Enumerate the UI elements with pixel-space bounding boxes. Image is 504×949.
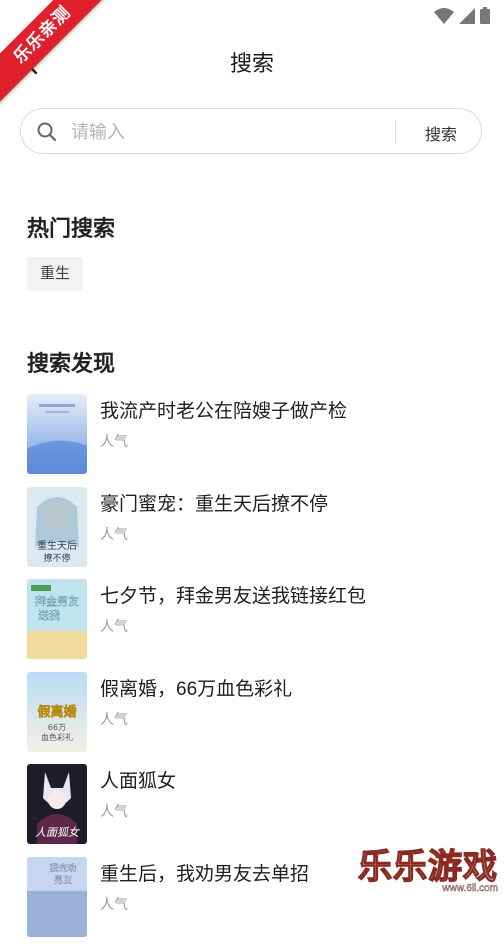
svg-text:人面狐女: 人面狐女 (35, 826, 81, 839)
book-title: 人面狐女 (100, 766, 176, 793)
svg-text:撩不停: 撩不停 (43, 552, 70, 564)
wifi-icon (434, 8, 454, 24)
book-title: 七夕节，拜金男友送我链接红包 (100, 581, 366, 608)
book-cover (27, 394, 87, 474)
watermark: 乐乐游戏 www.6ll.com (358, 849, 498, 894)
book-item[interactable]: 重生天后撩不停 豪门蜜宠：重生天后撩不停 人气 (27, 487, 487, 580)
search-bar: 搜索 (20, 108, 482, 154)
svg-text:重生天后: 重生天后 (37, 539, 77, 552)
svg-text:66万: 66万 (48, 723, 66, 732)
book-tag: 人气 (100, 894, 128, 914)
battery-icon (480, 7, 490, 24)
svg-text:我去劝: 我去劝 (49, 862, 76, 874)
book-title: 我流产时老公在陪嫂子做产检 (100, 396, 347, 423)
book-title: 重生后，我劝男友去单招 (100, 859, 309, 886)
svg-text:男友: 男友 (54, 874, 72, 886)
book-tag: 人气 (100, 616, 128, 636)
discover-title: 搜索发现 (27, 346, 115, 378)
search-divider (395, 121, 396, 143)
svg-text:假离婚: 假离婚 (37, 704, 76, 720)
book-cover: 拜金男友送我 (27, 579, 87, 659)
book-cover: 人面狐女 (27, 764, 87, 844)
search-button[interactable]: 搜索 (411, 121, 471, 145)
book-tag: 人气 (100, 709, 128, 729)
search-icon (36, 121, 58, 143)
book-item[interactable]: 人面狐女 人面狐女 人气 (27, 764, 487, 857)
book-item[interactable]: 假离婚 66万血色彩礼 假离婚，66万血色彩礼 人气 (27, 672, 487, 765)
svg-text:送我: 送我 (38, 608, 60, 622)
book-cover: 重生天后撩不停 (27, 487, 87, 567)
svg-text:血色彩礼: 血色彩礼 (41, 732, 73, 742)
watermark-text: 乐乐游戏 (358, 849, 498, 885)
hot-search-title: 热门搜索 (27, 211, 115, 243)
hot-search-tag[interactable]: 重生 (27, 257, 83, 291)
book-cover: 我去劝男友 (27, 857, 87, 937)
page-title: 搜索 (0, 46, 504, 78)
book-title: 假离婚，66万血色彩礼 (100, 674, 292, 701)
book-title: 豪门蜜宠：重生天后撩不停 (100, 489, 328, 516)
signal-icon (459, 8, 475, 24)
book-item[interactable]: 我流产时老公在陪嫂子做产检 人气 (27, 394, 487, 487)
search-input[interactable] (69, 117, 393, 147)
svg-text:拜金男友: 拜金男友 (35, 594, 79, 608)
book-tag: 人气 (100, 801, 128, 821)
book-tag: 人气 (100, 524, 128, 544)
book-cover: 假离婚 66万血色彩礼 (27, 672, 87, 752)
book-tag: 人气 (100, 431, 128, 451)
book-item[interactable]: 拜金男友送我 七夕节，拜金男友送我链接红包 人气 (27, 579, 487, 672)
status-icons (434, 7, 490, 24)
